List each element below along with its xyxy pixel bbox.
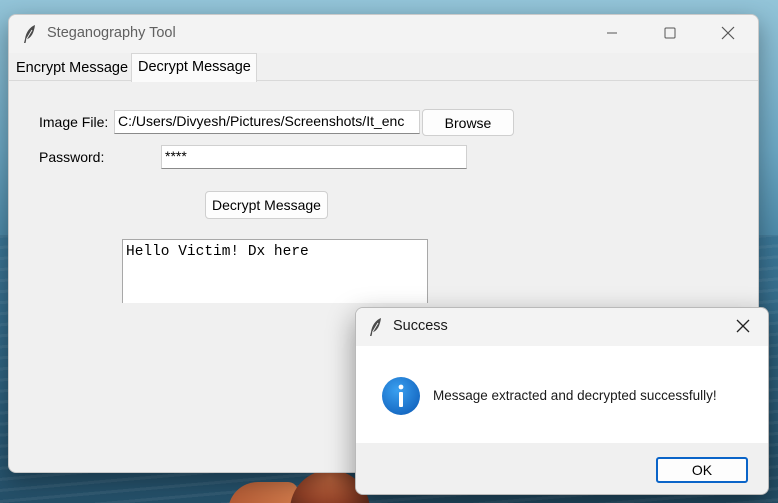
feather-icon xyxy=(367,317,385,337)
success-dialog: Success Message extracted and decrypted … xyxy=(355,307,769,495)
close-icon xyxy=(736,319,750,336)
ok-button[interactable]: OK xyxy=(656,457,748,483)
decrypted-message-textbox[interactable]: Hello Victim! Dx here xyxy=(122,239,428,303)
dialog-title: Success xyxy=(393,318,448,334)
image-file-field[interactable]: C:/Users/Divyesh/Pictures/Screenshots/It… xyxy=(114,110,420,134)
feather-icon xyxy=(21,24,39,44)
minimize-icon xyxy=(606,26,618,42)
dialog-title-bar[interactable]: Success xyxy=(356,308,768,346)
title-bar[interactable]: Steganography Tool xyxy=(9,15,758,53)
dialog-message: Message extracted and decrypted successf… xyxy=(433,388,717,403)
maximize-button[interactable] xyxy=(641,15,699,53)
dialog-close-button[interactable] xyxy=(716,308,768,346)
minimize-button[interactable] xyxy=(583,15,641,53)
tab-bar: Encrypt Message Decrypt Message xyxy=(9,53,758,82)
password-label: Password: xyxy=(39,149,105,165)
image-file-label: Image File: xyxy=(39,114,109,130)
maximize-icon xyxy=(664,26,676,42)
password-field[interactable]: **** xyxy=(161,145,467,169)
window-title: Steganography Tool xyxy=(47,25,176,41)
close-icon xyxy=(721,26,735,43)
info-icon xyxy=(381,376,421,416)
decrypt-message-button[interactable]: Decrypt Message xyxy=(205,191,328,219)
browse-button[interactable]: Browse xyxy=(422,109,514,136)
tab-decrypt-message[interactable]: Decrypt Message xyxy=(131,53,257,82)
tab-encrypt-message[interactable]: Encrypt Message xyxy=(13,57,131,81)
close-button[interactable] xyxy=(699,15,757,53)
